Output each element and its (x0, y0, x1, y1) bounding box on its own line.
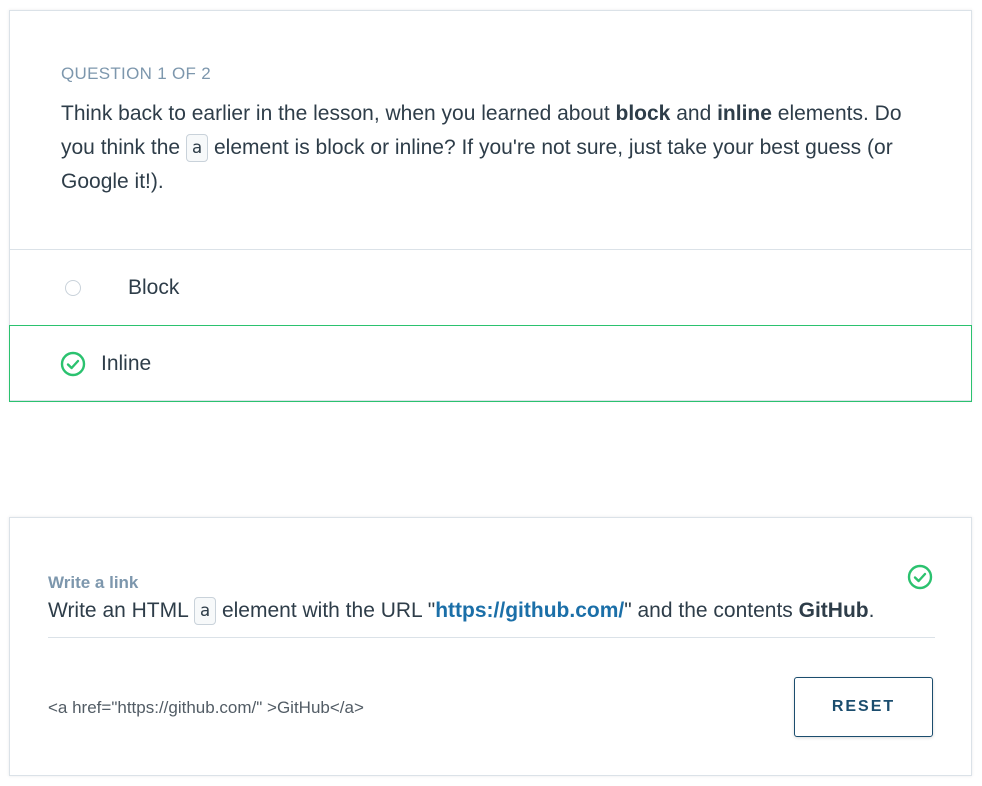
desc-text-2: element with the URL " (216, 599, 436, 622)
github-url-link[interactable]: https://github.com/ (435, 599, 624, 622)
quiz-question: QUESTION 1 OF 2 Think back to earlier in… (10, 11, 971, 250)
divider (48, 637, 935, 638)
quiz-card: QUESTION 1 OF 2 Think back to earlier in… (9, 10, 972, 402)
answer-label-inline: Inline (101, 351, 152, 375)
prompt-bold-block: block (615, 102, 671, 125)
exercise-card: Write a link Write an HTML a element wit… (9, 517, 972, 776)
code-chip-a: a (193, 597, 217, 625)
reset-button[interactable]: RESET (794, 677, 933, 737)
answer-label-block: Block (128, 276, 180, 299)
code-editor-output[interactable]: <a href="https://github.com/" >GitHub</a… (48, 698, 364, 718)
prompt-text-2: and (670, 102, 718, 125)
prompt-bold-inline: inline (717, 102, 772, 125)
answer-option-block[interactable]: Block (10, 251, 971, 326)
prompt-text-1: Think back to earlier in the lesson, whe… (61, 102, 616, 125)
exercise-description: Write an HTML a element with the URL "ht… (48, 596, 938, 626)
desc-bold-github: GitHub (798, 599, 869, 622)
code-chip-a: a (185, 134, 209, 162)
desc-text-1: Write an HTML (48, 599, 194, 622)
desc-text-4: . (868, 599, 875, 622)
radio-button-icon[interactable] (65, 280, 81, 296)
answer-option-inline[interactable]: Inline (9, 325, 972, 402)
exercise-title: Write a link (48, 573, 139, 592)
question-prompt: Think back to earlier in the lesson, whe… (61, 97, 921, 199)
desc-text-3: " and the contents (624, 599, 799, 622)
check-circle-icon (60, 351, 86, 376)
check-circle-icon (907, 564, 933, 590)
question-counter: QUESTION 1 OF 2 (61, 64, 211, 83)
